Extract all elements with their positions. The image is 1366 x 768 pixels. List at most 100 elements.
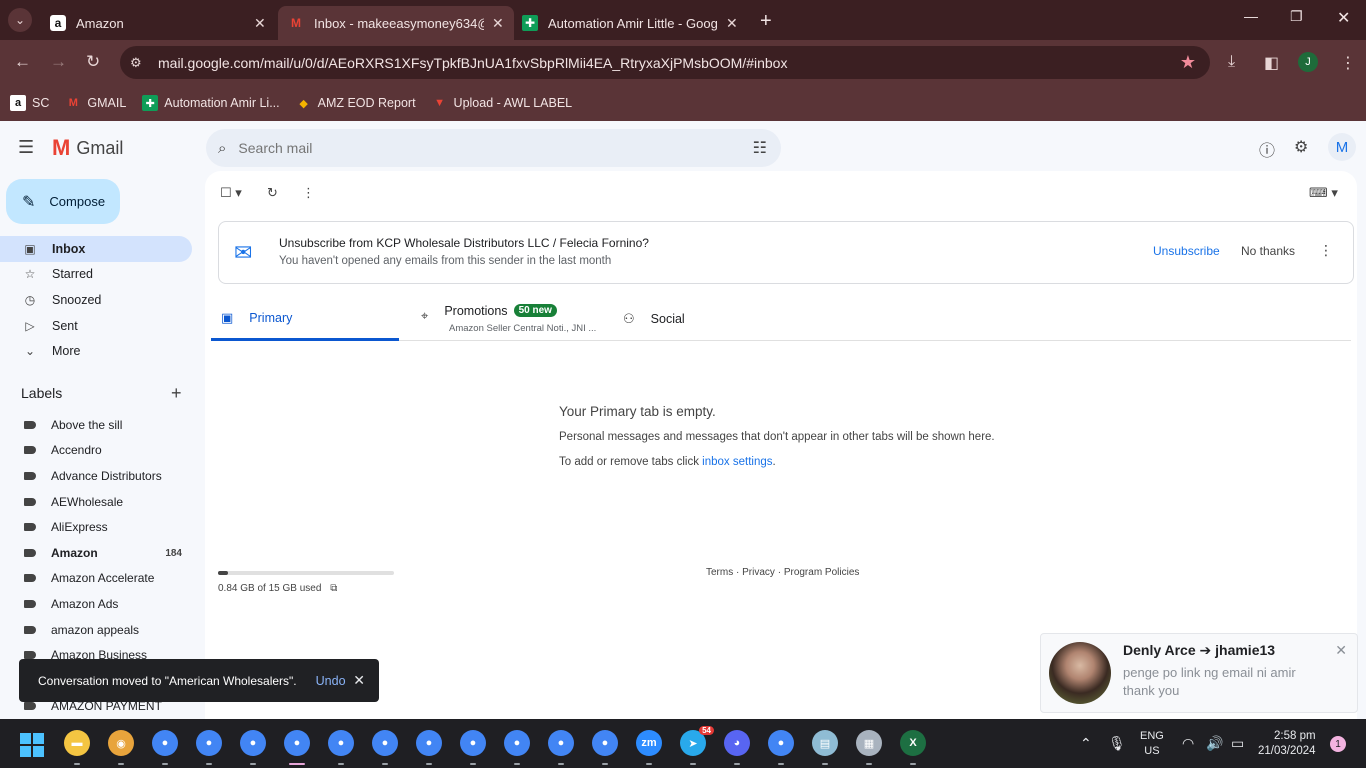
more-vert-icon[interactable]: ⋮ <box>1340 53 1356 73</box>
tab-search-chevron-icon[interactable]: ⌄ <box>8 8 32 32</box>
account-avatar[interactable]: M <box>1328 133 1356 161</box>
chrome-profile-m-icon[interactable]: ● <box>152 730 178 756</box>
calculator-icon[interactable]: ▦ <box>856 730 882 756</box>
add-label-icon[interactable]: + <box>171 383 182 404</box>
tab-primary[interactable]: ▣ Primary <box>211 297 399 341</box>
chrome-profile-a-icon[interactable]: ● <box>372 730 398 756</box>
label-item-amazon[interactable]: Amazon 184 <box>0 540 192 566</box>
label-item[interactable]: Above the sill <box>0 412 192 438</box>
close-window-icon[interactable]: ✕ <box>1337 8 1350 28</box>
browser-tab-amazon[interactable]: a Amazon ✕ <box>40 6 276 40</box>
telegram-icon[interactable]: ➤ 54 <box>680 726 714 756</box>
bookmark-upload[interactable]: ▼ Upload - AWL LABEL <box>432 95 572 111</box>
close-tab-icon[interactable]: ✕ <box>254 15 266 32</box>
terms-link[interactable]: Terms <box>706 567 733 578</box>
clock[interactable]: 2:58 pm 21/03/2024 <box>1258 729 1316 759</box>
site-info-icon[interactable]: ⚙ <box>130 55 148 71</box>
chrome-profile-j-icon[interactable]: ● <box>240 730 266 756</box>
search-icon[interactable]: ⌕ <box>218 140 226 157</box>
close-tab-icon[interactable]: ✕ <box>492 15 504 32</box>
time: 2:58 pm <box>1274 730 1316 742</box>
close-icon[interactable]: ✕ <box>353 672 365 689</box>
chrome-icon[interactable]: ● <box>548 730 574 756</box>
label-item[interactable]: AEWholesale <box>0 489 192 515</box>
label-item[interactable]: amazon appeals <box>0 617 192 643</box>
privacy-link[interactable]: Privacy <box>742 567 775 578</box>
inbox-settings-link[interactable]: inbox settings <box>702 456 772 468</box>
label-item[interactable]: AliExpress <box>0 514 192 540</box>
bookmark-gmail[interactable]: M GMAIL <box>65 95 127 111</box>
help-icon[interactable]: ⓘ <box>1259 137 1275 161</box>
select-checkbox[interactable]: ☐ ▾ <box>220 185 242 201</box>
wifi-icon[interactable]: ◠ <box>1182 735 1194 752</box>
chrome-profile-c-icon[interactable]: ● <box>460 730 486 756</box>
address-bar[interactable]: ⚙ mail.google.com/mail/u/0/d/AEoRXRS1XFs… <box>120 46 1210 79</box>
chrome-profile-f-icon[interactable]: ● <box>768 730 794 756</box>
more-vert-icon[interactable]: ⋮ <box>1319 242 1333 259</box>
notification-count-badge[interactable]: 1 <box>1330 736 1346 752</box>
battery-icon[interactable]: ▭ <box>1231 735 1244 752</box>
browser-tab-sheets[interactable]: ✚ Automation Amir Little - Googl ✕ <box>512 6 748 40</box>
bookmark-amz-eod[interactable]: ◆ AMZ EOD Report <box>296 95 415 111</box>
excel-icon[interactable]: X <box>900 730 926 756</box>
program-policies-link[interactable]: Program Policies <box>784 567 860 578</box>
input-tools-icon[interactable]: ⌨ ▾ <box>1309 185 1338 201</box>
side-panel-icon[interactable]: ◧ <box>1264 53 1279 73</box>
refresh-icon[interactable]: ↻ <box>267 185 278 201</box>
tab-promotions[interactable]: ⌖ Promotions 50 new Amazon Seller Centra… <box>421 297 611 341</box>
label-item[interactable]: Advance Distributors <box>0 463 192 489</box>
chrome-profile-b-icon[interactable]: ● <box>416 730 442 756</box>
chrome-profile-l-icon[interactable]: ● <box>196 730 222 756</box>
chevron-up-icon[interactable]: ⌃ <box>1080 735 1092 752</box>
main-menu-icon[interactable]: ☰ <box>18 137 34 158</box>
nav-item-snoozed[interactable]: ◷ Snoozed <box>0 287 192 313</box>
bookmark-automation[interactable]: ✚ Automation Amir Li... <box>142 95 280 111</box>
microphone-icon[interactable]: 🎙 <box>1108 735 1126 752</box>
nav-item-inbox[interactable]: ▣ Inbox <box>0 236 192 262</box>
more-vert-icon[interactable]: ⋮ <box>302 185 315 201</box>
unsubscribe-button[interactable]: Unsubscribe <box>1153 244 1220 258</box>
language-indicator[interactable]: ENG US <box>1140 729 1164 759</box>
profile-avatar[interactable]: J <box>1298 52 1318 72</box>
open-in-new-icon[interactable]: ⧉ <box>330 583 337 594</box>
search-input[interactable] <box>238 140 699 156</box>
bookmark-sc[interactable]: a SC <box>10 95 49 111</box>
label-item[interactable]: Amazon Accelerate <box>0 565 192 591</box>
forward-arrow-icon[interactable]: → <box>50 52 67 72</box>
notepad-icon[interactable]: ▤ <box>812 730 838 756</box>
back-arrow-icon[interactable]: ← <box>14 52 31 72</box>
sheets-logo-icon: ✚ <box>522 15 538 31</box>
chrome-profile-d-icon[interactable]: ● <box>504 730 530 756</box>
zoom-icon[interactable]: zm <box>636 730 662 756</box>
new-tab-plus-icon[interactable]: + <box>760 10 772 33</box>
bookmark-star-icon[interactable]: ★ <box>1180 52 1196 73</box>
chat-notification[interactable]: Denly Arce ➔ jhamie13 penge po link ng e… <box>1040 633 1358 713</box>
gmail-logo[interactable]: M Gmail <box>52 135 123 161</box>
nav-item-starred[interactable]: ☆ Starred <box>0 261 192 287</box>
label-item[interactable]: Accendro <box>0 437 192 463</box>
close-icon[interactable]: ✕ <box>1335 642 1347 659</box>
settings-gear-icon[interactable]: ⚙ <box>1294 137 1308 157</box>
discord-icon[interactable]: ◕ <box>724 730 750 756</box>
browser-app-icon[interactable]: ◉ <box>108 730 134 756</box>
reload-icon[interactable]: ↻ <box>86 52 100 72</box>
browser-tab-inbox[interactable]: M Inbox - makeeasymoney634@g ✕ <box>278 6 514 40</box>
volume-icon[interactable]: 🔊 <box>1206 735 1223 752</box>
search-options-icon[interactable]: ☷ <box>753 138 767 158</box>
minimize-icon[interactable]: — <box>1244 8 1258 24</box>
download-icon[interactable]: ⤓ <box>1228 53 1235 71</box>
restore-icon[interactable]: ❐ <box>1290 8 1303 25</box>
undo-button[interactable]: Undo <box>316 674 346 688</box>
chrome-active-j-icon[interactable]: ● <box>284 730 310 756</box>
label-item[interactable]: Amazon Ads <box>0 591 192 617</box>
tab-social[interactable]: ⚇ Social <box>623 297 763 341</box>
no-thanks-button[interactable]: No thanks <box>1241 244 1295 258</box>
compose-button[interactable]: ✎ Compose <box>6 179 120 224</box>
chrome-profile-e-icon[interactable]: ● <box>592 730 618 756</box>
chrome-profile-m2-icon[interactable]: ● <box>328 730 354 756</box>
nav-item-more[interactable]: ⌄ More <box>0 338 192 364</box>
nav-item-sent[interactable]: ▷ Sent <box>0 313 192 339</box>
windows-start-icon[interactable] <box>20 733 44 757</box>
file-explorer-icon[interactable]: ▬ <box>64 730 90 756</box>
close-tab-icon[interactable]: ✕ <box>726 15 738 32</box>
